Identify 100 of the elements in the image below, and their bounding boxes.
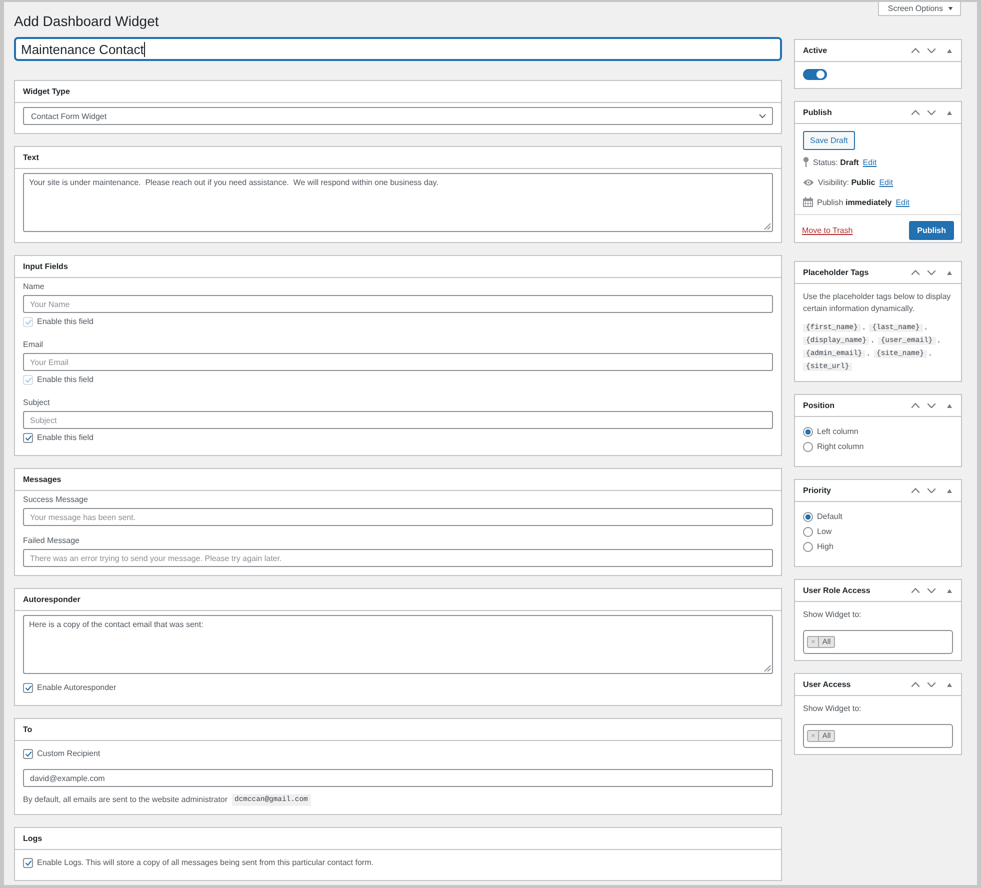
panel-title: Priority <box>803 486 832 496</box>
move-to-trash-link[interactable]: Move to Trash <box>802 226 853 235</box>
radio-label: Default <box>817 512 842 522</box>
panel-title: To <box>23 724 32 734</box>
input-field[interactable]: Subject <box>23 411 773 429</box>
triangle-up-icon[interactable] <box>947 588 952 592</box>
chevron-down-icon[interactable] <box>927 48 936 54</box>
publish-info-text: Status: Draft <box>813 158 859 166</box>
checkmark-icon <box>24 319 32 325</box>
select-field[interactable]: Contact Form Widget <box>23 107 773 125</box>
chevron-down-icon[interactable] <box>927 270 936 276</box>
description-text: Use the placeholder tags below to display certain information dynamically. <box>803 291 952 315</box>
radio-button[interactable] <box>803 442 813 452</box>
caret-icon <box>948 6 953 10</box>
radio-button[interactable] <box>803 526 813 536</box>
checkmark-icon <box>24 377 32 383</box>
comma-separator: , <box>938 335 940 344</box>
edit-link[interactable]: Edit <box>862 158 877 166</box>
screen-options-button[interactable]: Screen Options <box>878 2 961 16</box>
panel-title: Autoresponder <box>23 594 80 604</box>
radio-label: High <box>817 542 834 552</box>
checkmark-icon <box>24 435 32 441</box>
checkbox-label: Enable this field <box>37 375 94 385</box>
comma-separator: , <box>871 335 874 344</box>
radio-label: Low <box>817 526 832 536</box>
comma-separator: , <box>867 348 870 357</box>
save-draft-button[interactable]: Save Draft <box>803 131 855 150</box>
radio-button[interactable] <box>803 542 813 552</box>
panel-title: Logs <box>23 834 42 844</box>
textarea-field[interactable]: Your site is under maintenance. Please reach out if you need assistance. We will respond within one business day. <box>23 173 773 232</box>
radio-button[interactable] <box>803 426 813 436</box>
triangle-up-icon[interactable] <box>947 270 952 274</box>
panel-title: Text <box>23 152 39 162</box>
panel-title: Input Fields <box>23 262 68 272</box>
page-title: Add Dashboard Widget <box>14 12 159 31</box>
edit-link[interactable]: Edit <box>879 178 894 186</box>
publish-info-text: Publish immediately <box>817 198 892 206</box>
checkbox-label: Enable Logs. This will store a copy of all messages being sent from this particular contact form. <box>37 858 374 868</box>
toggle-switch[interactable] <box>803 69 827 80</box>
triangle-up-icon[interactable] <box>947 682 952 686</box>
checkmark-icon <box>24 860 32 866</box>
chevron-up-icon[interactable] <box>911 110 920 116</box>
checkbox-label: Enable this field <box>37 317 94 327</box>
triangle-up-icon[interactable] <box>947 404 952 408</box>
triangle-up-icon[interactable] <box>947 110 952 114</box>
checkbox[interactable] <box>23 433 33 443</box>
input-field[interactable]: Your message has been sent. <box>23 508 773 526</box>
edit-link[interactable]: Edit <box>896 198 910 206</box>
comma-separator: , <box>862 322 865 331</box>
input-field[interactable]: Your Email <box>23 353 773 371</box>
checkbox-label: Enable this field <box>37 433 94 443</box>
chevron-down-icon[interactable] <box>927 110 936 116</box>
panel-title: Active <box>803 46 828 56</box>
radio-button[interactable] <box>803 512 813 522</box>
checkbox[interactable] <box>23 683 33 693</box>
checkbox[interactable] <box>23 749 33 759</box>
panel-title: User Access <box>803 680 852 690</box>
radio-label: Left column <box>817 426 858 436</box>
comma-separator: , <box>929 348 932 357</box>
chevron-up-icon[interactable] <box>911 402 920 408</box>
field-label: Name <box>23 282 44 292</box>
checkbox[interactable] <box>23 858 33 868</box>
resize-handle-icon[interactable] <box>764 665 771 672</box>
publish-button[interactable]: Publish <box>909 221 954 240</box>
eye-icon <box>803 178 814 186</box>
radio-label: Right column <box>817 442 864 452</box>
panel-title: Publish <box>803 108 833 118</box>
publish-info-text: Visibility: Public <box>818 178 876 186</box>
calendar-icon <box>803 197 813 207</box>
checkmark-icon <box>24 751 32 757</box>
checkmark-icon <box>24 685 32 691</box>
input-field[interactable]: david@example.com <box>23 769 773 787</box>
title-input-field[interactable]: Maintenance Contact <box>14 37 782 61</box>
input-field[interactable]: Your Name <box>23 295 773 313</box>
comma-separator: , <box>924 322 927 331</box>
panel-title: Widget Type <box>23 86 70 96</box>
help-text: By default, all emails are sent to the website administrator <box>23 794 228 806</box>
resize-handle-icon[interactable] <box>764 223 771 230</box>
chevron-up-icon[interactable] <box>911 48 920 54</box>
chevron-up-icon[interactable] <box>911 270 920 276</box>
pin-icon <box>803 157 809 167</box>
triangle-up-icon[interactable] <box>947 48 952 52</box>
chevron-down-icon <box>759 114 766 118</box>
chevron-down-icon[interactable] <box>927 588 936 594</box>
triangle-up-icon[interactable] <box>947 488 952 492</box>
textarea-field[interactable]: Here is a copy of the contact email that was sent: <box>23 615 773 674</box>
chevron-down-icon[interactable] <box>927 488 936 494</box>
checkbox-label: Enable Autoresponder <box>37 683 116 693</box>
description-text: Show Widget to: <box>803 703 862 715</box>
chevron-up-icon[interactable] <box>911 588 920 594</box>
chevron-down-icon[interactable] <box>927 682 936 688</box>
chevron-down-icon[interactable] <box>927 402 936 408</box>
panel-title: Position <box>803 400 836 410</box>
input-field[interactable]: There was an error trying to send your message. Please try again later. <box>23 549 773 567</box>
chevron-up-icon[interactable] <box>911 488 920 494</box>
panel-title: User Role Access <box>803 586 872 596</box>
chevron-up-icon[interactable] <box>911 682 920 688</box>
panel-title: Placeholder Tags <box>803 268 870 278</box>
field-label: Email <box>23 340 44 350</box>
field-label: Success Message <box>23 495 88 505</box>
